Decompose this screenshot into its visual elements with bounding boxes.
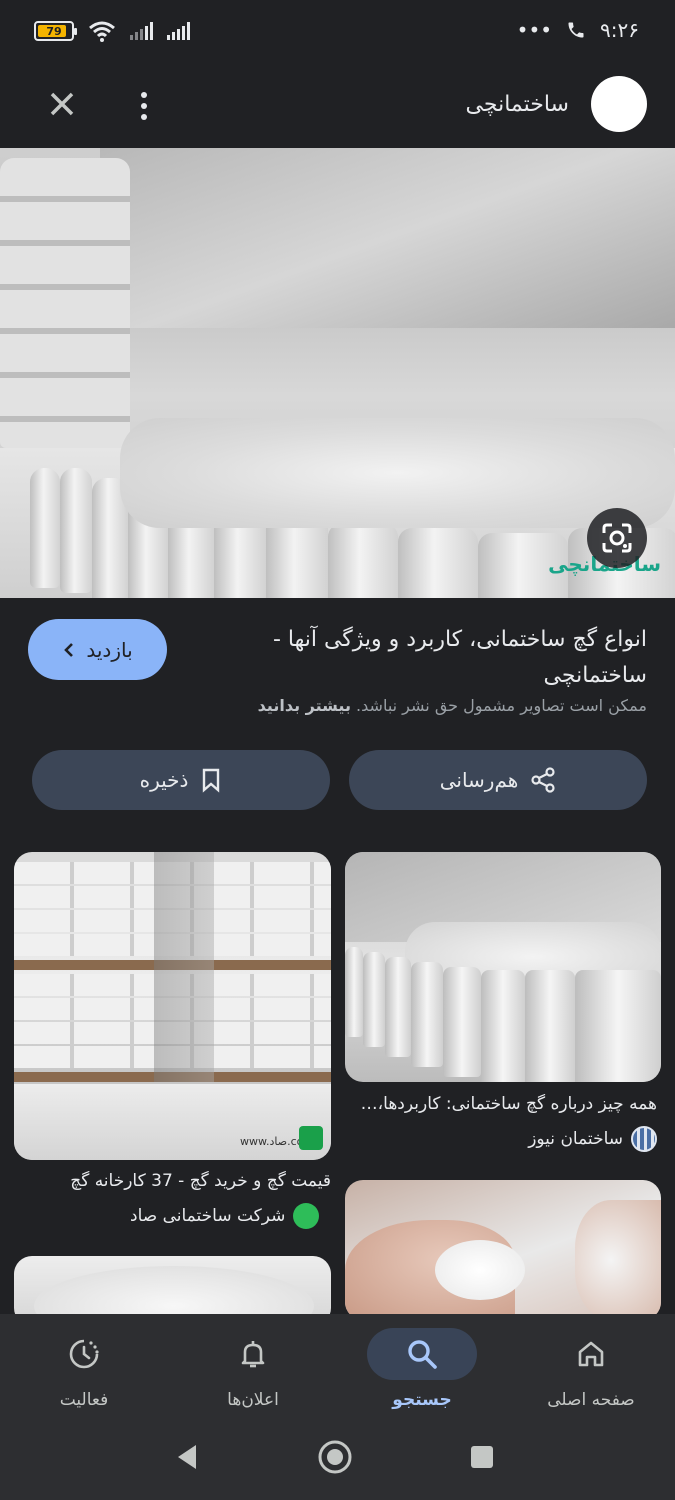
search-icon xyxy=(408,1340,437,1369)
thumb-logo xyxy=(299,1126,323,1150)
source-favicon-2 xyxy=(293,1203,320,1229)
phone-icon xyxy=(568,22,584,38)
share-button[interactable]: هم‌رسانی xyxy=(349,750,647,810)
google-lens-button[interactable] xyxy=(587,508,647,568)
site-name: ساختمانچی xyxy=(465,92,569,117)
related-caption-2[interactable]: قیمت گچ و خرید گچ - 37 کارخانه گچ xyxy=(14,1171,331,1191)
visit-label: بازدید xyxy=(86,637,133,662)
notice-text: ممکن است تصاویر مشمول حق نشر نباشد. xyxy=(356,696,647,715)
related-source-1[interactable]: ساختمان نیوز xyxy=(528,1126,657,1152)
nav-notifications[interactable]: اعلان‌ها xyxy=(169,1314,337,1424)
share-icon xyxy=(531,767,555,793)
related-source-2[interactable]: شرکت ساختمانی صاد xyxy=(130,1203,320,1229)
signal-icon-2 xyxy=(167,22,190,40)
wifi-icon xyxy=(89,21,115,42)
system-navigation xyxy=(0,1424,675,1500)
clock: ۹:۲۶ xyxy=(600,18,639,42)
source-name-2: شرکت ساختمانی صاد xyxy=(130,1206,286,1226)
source-name-1: ساختمان نیوز xyxy=(528,1129,623,1149)
related-image-2[interactable]: www.صاد.com xyxy=(14,852,331,1160)
result-title[interactable]: انواع گچ ساختمانی، کاربرد و ویژگی آنها -… xyxy=(227,622,647,694)
related-image-1[interactable] xyxy=(345,852,661,1082)
bottom-navigation: صفحه اصلی جستجو اعلان‌ها xyxy=(0,1314,675,1424)
main-image[interactable] xyxy=(0,148,675,598)
related-caption-1[interactable]: همه چیز درباره گچ ساختمانی: کاربردها،… xyxy=(337,1094,657,1114)
notification-dots: ••• xyxy=(516,18,553,42)
share-label: هم‌رسانی xyxy=(439,768,519,792)
nav-notifications-label: اعلان‌ها xyxy=(227,1390,279,1410)
home-circle-icon[interactable] xyxy=(316,1438,354,1476)
recents-icon[interactable] xyxy=(468,1443,496,1471)
close-button[interactable] xyxy=(44,86,80,122)
status-bar: 79 ••• ۹:۲۶ xyxy=(0,0,675,64)
top-bar: ساختمانچی xyxy=(0,64,675,148)
battery-level: 79 xyxy=(46,24,62,38)
nav-home-label: صفحه اصلی xyxy=(547,1390,635,1410)
signal-icon xyxy=(130,22,153,40)
save-label: ذخیره xyxy=(139,768,189,792)
nav-activity[interactable]: فعالیت xyxy=(0,1314,168,1424)
home-icon xyxy=(578,1341,604,1367)
nav-activity-label: فعالیت xyxy=(59,1390,109,1410)
back-icon[interactable] xyxy=(172,1442,202,1472)
bell-icon xyxy=(241,1341,265,1368)
save-button[interactable]: ذخیره xyxy=(32,750,330,810)
battery-icon: 79 xyxy=(34,21,77,41)
related-image-3[interactable] xyxy=(345,1180,661,1320)
nav-search[interactable]: جستجو xyxy=(338,1314,506,1424)
lens-icon xyxy=(602,523,632,553)
site-avatar[interactable] xyxy=(591,76,647,132)
more-options-button[interactable] xyxy=(132,88,156,124)
bookmark-icon xyxy=(203,768,220,793)
nav-search-label: جستجو xyxy=(392,1390,452,1410)
activity-icon xyxy=(69,1339,99,1369)
chevron-left-icon xyxy=(64,642,74,657)
visit-button[interactable]: بازدید xyxy=(28,619,167,680)
learn-more-link[interactable]: بیشتر بدانید xyxy=(258,696,351,715)
nav-home[interactable]: صفحه اصلی xyxy=(507,1314,675,1424)
close-icon xyxy=(50,92,74,116)
copyright-notice: ممکن است تصاویر مشمول حق نشر نباشد. بیشت… xyxy=(177,696,647,715)
source-favicon-1 xyxy=(631,1126,657,1152)
